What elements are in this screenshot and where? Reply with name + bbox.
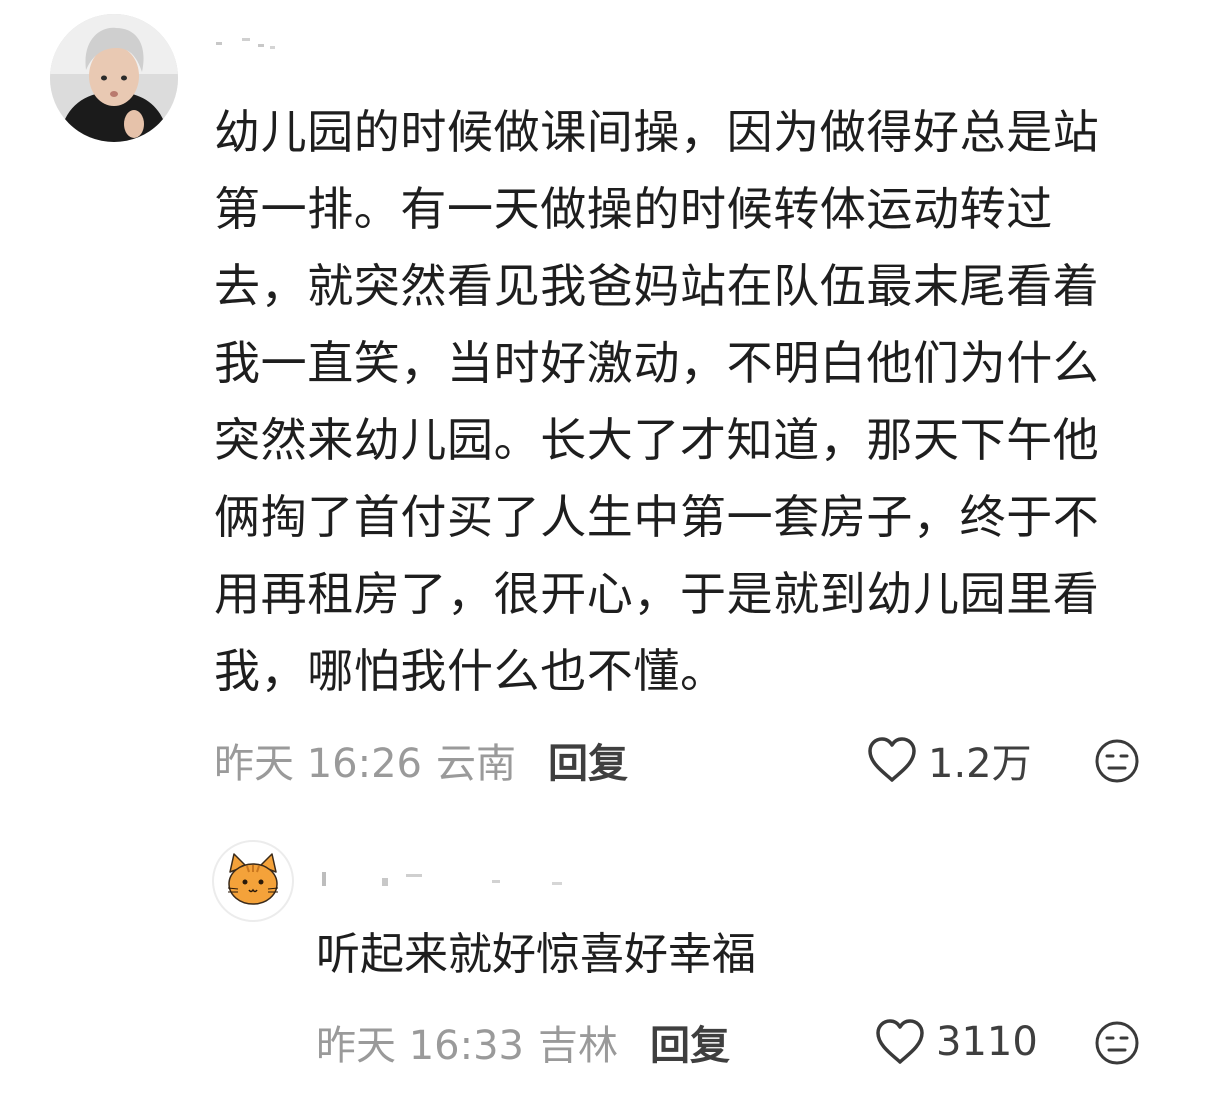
commenter-avatar[interactable] xyxy=(50,14,178,142)
heart-outline-icon xyxy=(874,1018,926,1066)
reply-like-count: 3110 xyxy=(936,1019,1038,1065)
reply-like-button[interactable]: 3110 xyxy=(874,1014,1038,1070)
reply-dislike-button[interactable] xyxy=(1094,1020,1140,1066)
comment-like-button[interactable]: 1.2万 xyxy=(866,732,1032,788)
orange-cat-avatar xyxy=(227,853,279,905)
comment-reply-button[interactable]: 回复 xyxy=(548,731,628,789)
comment-location: 云南 xyxy=(436,741,516,787)
commenter-username-redacted[interactable] xyxy=(214,30,294,54)
replier-avatar[interactable] xyxy=(212,840,294,922)
reply-location: 吉林 xyxy=(538,1023,618,1069)
comment-time: 昨天 16:26 xyxy=(214,741,422,787)
reply-reply-button[interactable]: 回复 xyxy=(650,1013,730,1071)
meh-face-icon xyxy=(1095,1021,1139,1065)
reply-meta: 昨天 16:33 吉林 回复 xyxy=(316,1014,730,1070)
comment-dislike-button[interactable] xyxy=(1094,738,1140,784)
reply-time: 昨天 16:33 xyxy=(316,1023,524,1069)
comment-text: 幼儿园的时候做课间操，因为做得好总是站 第一排。有一天做操的时候转体运动转过 去… xyxy=(214,105,1100,698)
reply-text: 听起来就好惊喜好幸福 xyxy=(316,929,756,980)
comment-like-count: 1.2万 xyxy=(928,741,1032,787)
meh-face-icon xyxy=(1095,739,1139,783)
heart-outline-icon xyxy=(866,736,918,784)
comment-meta: 昨天 16:26 云南 回复 xyxy=(214,732,628,788)
replier-username-redacted[interactable] xyxy=(316,862,576,892)
